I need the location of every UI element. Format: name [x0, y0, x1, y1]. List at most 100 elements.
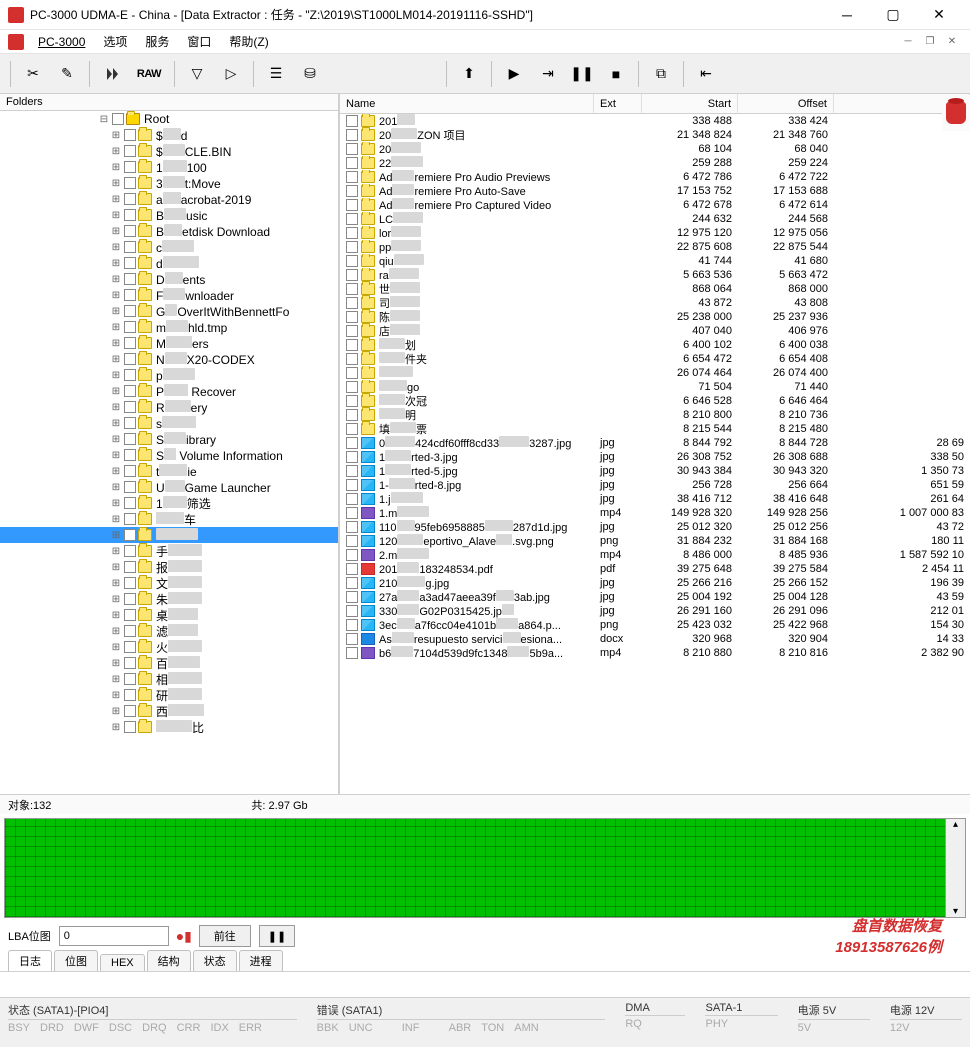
tab-4[interactable]: 状态 — [193, 950, 237, 971]
list-row[interactable]: 司43 87243 808 — [340, 296, 970, 310]
filter-icon[interactable]: ▽ — [181, 59, 213, 89]
tree-item[interactable]: ⊞S Volume Information — [0, 447, 338, 463]
tree-item[interactable]: ⊞报 — [0, 559, 338, 575]
tree-item[interactable]: ⊞1筛选 — [0, 495, 338, 511]
tree-item[interactable]: ⊞车 — [0, 511, 338, 527]
list-row[interactable]: 陈25 238 00025 237 936 — [340, 310, 970, 324]
list-row[interactable]: 1rted-5.jpgjpg30 943 38430 943 3201 350 … — [340, 464, 970, 478]
tree-item[interactable]: ⊞GOverItWithBennettFo — [0, 303, 338, 319]
list-row[interactable]: 1-rted-8.jpgjpg256 728256 664651 59 — [340, 478, 970, 492]
list-row[interactable]: pp22 875 60822 875 544 — [340, 240, 970, 254]
list-row[interactable]: Adremiere Pro Audio Previews6 472 7866 4… — [340, 170, 970, 184]
go-button[interactable]: 前往 — [199, 925, 251, 947]
list-row[interactable]: qiu41 74441 680 — [340, 254, 970, 268]
tab-0[interactable]: 日志 — [8, 950, 52, 971]
tree-item[interactable]: ⊞3t:Move — [0, 175, 338, 191]
export-icon[interactable]: ⬆ — [453, 59, 485, 89]
tree-item[interactable]: ⊞tie — [0, 463, 338, 479]
list-row[interactable]: 330G02P0315425.jpjpg26 291 16026 291 096… — [340, 604, 970, 618]
menu-window[interactable]: 窗口 — [179, 31, 219, 52]
col-name[interactable]: Name — [340, 94, 594, 113]
list-row[interactable]: 20ZON 项目21 348 82421 348 760 — [340, 128, 970, 142]
list-row[interactable]: 3eca7f6cc04e4101ba864.p...png25 423 0322… — [340, 618, 970, 632]
search-icon[interactable] — [96, 59, 128, 89]
note-icon[interactable]: ✎ — [51, 59, 83, 89]
tab-5[interactable]: 进程 — [239, 950, 283, 971]
tree-item[interactable]: ⊞百 — [0, 655, 338, 671]
list-row[interactable]: 26 074 46426 074 400 — [340, 366, 970, 380]
menu-options[interactable]: 选项 — [95, 31, 135, 52]
sector-scrollbar[interactable]: ▴▾ — [945, 819, 965, 917]
list-row[interactable]: 201183248534.pdfpdf39 275 64839 275 5842… — [340, 562, 970, 576]
list-row[interactable]: 1.mmp4149 928 320149 928 2561 007 000 83 — [340, 506, 970, 520]
record-icon[interactable]: ●▮ — [177, 929, 191, 943]
tab-1[interactable]: 位图 — [54, 950, 98, 971]
minimize-button[interactable]: ─ — [824, 0, 870, 30]
tree-item[interactable]: ⊞aacrobat-2019 — [0, 191, 338, 207]
menu-help[interactable]: 帮助(Z) — [221, 31, 276, 52]
skip-icon[interactable]: ⇥ — [532, 59, 564, 89]
tree-item[interactable]: ⊞研 — [0, 687, 338, 703]
sector-map[interactable]: ▴▾ — [4, 818, 966, 918]
stop-icon[interactable]: ■ — [600, 59, 632, 89]
tree-item[interactable]: ⊞Rery — [0, 399, 338, 415]
list-row[interactable]: 2.mmp48 486 0008 485 9361 587 592 10 — [340, 548, 970, 562]
tree-item[interactable]: ⊞c — [0, 239, 338, 255]
mdi-minimize[interactable]: ─ — [898, 34, 918, 50]
pause-icon[interactable]: ❚❚ — [566, 59, 598, 89]
tree-item[interactable]: ⊞Mers — [0, 335, 338, 351]
tab-2[interactable]: HEX — [100, 954, 145, 971]
tree-item[interactable]: ⊞Dents — [0, 271, 338, 287]
list-row[interactable]: go71 50471 440 — [340, 380, 970, 394]
tree-item[interactable]: ⊞相 — [0, 671, 338, 687]
col-offset[interactable]: Offset — [738, 94, 834, 113]
tree-item[interactable]: ⊞朱 — [0, 591, 338, 607]
tab-3[interactable]: 结构 — [147, 950, 191, 971]
lba-input[interactable] — [59, 926, 169, 946]
tree-item[interactable]: ⊞火 — [0, 639, 338, 655]
list-row[interactable]: 店407 040406 976 — [340, 324, 970, 338]
copy-icon[interactable]: ⧉ — [645, 59, 677, 89]
tree-item[interactable]: ⊞mhld.tmp — [0, 319, 338, 335]
tree-icon[interactable]: ⛁ — [294, 59, 326, 89]
list-row[interactable]: 201338 488338 424 — [340, 114, 970, 128]
list-row[interactable]: 210g.jpgjpg25 266 21625 266 152196 39 — [340, 576, 970, 590]
col-ext[interactable]: Ext — [594, 94, 642, 113]
exit-icon[interactable]: ⇤ — [690, 59, 722, 89]
tree-item[interactable]: ⊞Betdisk Download — [0, 223, 338, 239]
tree-item[interactable]: ⊞西 — [0, 703, 338, 719]
tree-item[interactable]: ⊞比 — [0, 719, 338, 735]
tree-item[interactable]: ⊞Busic — [0, 207, 338, 223]
tree-item[interactable]: ⊞Sibrary — [0, 431, 338, 447]
tree-item[interactable]: ⊞1100 — [0, 159, 338, 175]
tree-item[interactable]: ⊞$CLE.BIN — [0, 143, 338, 159]
tree-item[interactable]: ⊞NX20-CODEX — [0, 351, 338, 367]
col-start[interactable]: Start — [642, 94, 738, 113]
tools-icon[interactable]: ✂ — [17, 59, 49, 89]
tree-item[interactable]: ⊞文 — [0, 575, 338, 591]
tree-item[interactable]: ⊞s — [0, 415, 338, 431]
raw-button[interactable]: RAW — [130, 59, 168, 89]
list-row[interactable]: Asresupuesto serviciesiona...docx320 968… — [340, 632, 970, 646]
list-row[interactable]: 0424cdf60fff8cd333287.jpgjpg8 844 7928 8… — [340, 436, 970, 450]
tree-item[interactable]: ⊞p — [0, 367, 338, 383]
tree-item[interactable]: ⊞P Recover — [0, 383, 338, 399]
list-icon[interactable]: ☰ — [260, 59, 292, 89]
tree-item[interactable]: ⊞手 — [0, 543, 338, 559]
tree-item[interactable]: ⊞UGame Launcher — [0, 479, 338, 495]
list-row[interactable]: b67104d539d9fc13485b9a...mp48 210 8808 2… — [340, 646, 970, 660]
menu-app[interactable]: PC-3000 — [30, 33, 93, 51]
file-list[interactable]: 201338 488338 42420ZON 项目21 348 82421 34… — [340, 114, 970, 794]
pause-button-lba[interactable]: ❚❚ — [259, 925, 295, 947]
database-icon[interactable] — [946, 102, 966, 124]
close-button[interactable]: ✕ — [916, 0, 962, 30]
list-row[interactable]: LC244 632244 568 — [340, 212, 970, 226]
play-icon[interactable]: ▶ — [498, 59, 530, 89]
tree-item[interactable]: ⊞d — [0, 255, 338, 271]
tree-item[interactable]: ⊞桌 — [0, 607, 338, 623]
list-row[interactable]: 次冠6 646 5286 646 464 — [340, 394, 970, 408]
tree-item[interactable]: ⊞Fwnloader — [0, 287, 338, 303]
tree-root[interactable]: ⊟Root — [0, 111, 338, 127]
list-row[interactable]: Adremiere Pro Captured Video6 472 6786 4… — [340, 198, 970, 212]
list-row[interactable]: 1.jjpg38 416 71238 416 648261 64 — [340, 492, 970, 506]
